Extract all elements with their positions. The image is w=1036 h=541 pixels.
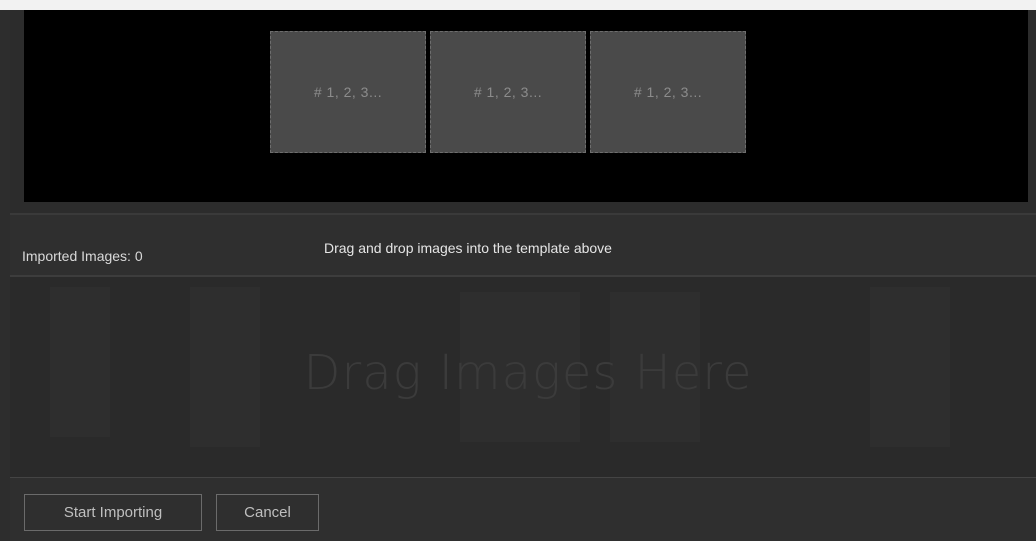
import-window: # 1, 2, 3... # 1, 2, 3... # 1, 2, 3... I… — [0, 0, 1036, 541]
template-slot-3[interactable]: # 1, 2, 3... — [590, 31, 746, 153]
drag-drop-hint: Drag and drop images into the template a… — [324, 240, 612, 256]
template-slot-2[interactable]: # 1, 2, 3... — [430, 31, 586, 153]
top-strip — [0, 0, 1036, 10]
info-bar: Imported Images: 0 Drag and drop images … — [10, 215, 1036, 275]
slot-label: # 1, 2, 3... — [313, 84, 383, 100]
drop-zone-placeholder: Drag Images Here — [303, 345, 753, 401]
slot-label: # 1, 2, 3... — [633, 84, 703, 100]
template-slot-1[interactable]: # 1, 2, 3... — [270, 31, 426, 153]
template-area: # 1, 2, 3... # 1, 2, 3... # 1, 2, 3... — [10, 10, 1036, 213]
template-canvas[interactable]: # 1, 2, 3... # 1, 2, 3... # 1, 2, 3... — [24, 10, 1028, 202]
image-drop-zone[interactable]: Drag Images Here — [10, 277, 1036, 477]
footer: Start Importing Cancel — [10, 478, 1036, 541]
slot-label: # 1, 2, 3... — [473, 84, 543, 100]
imported-images-count: Imported Images: 0 — [22, 248, 143, 264]
cancel-button[interactable]: Cancel — [216, 494, 319, 531]
start-importing-button[interactable]: Start Importing — [24, 494, 202, 531]
